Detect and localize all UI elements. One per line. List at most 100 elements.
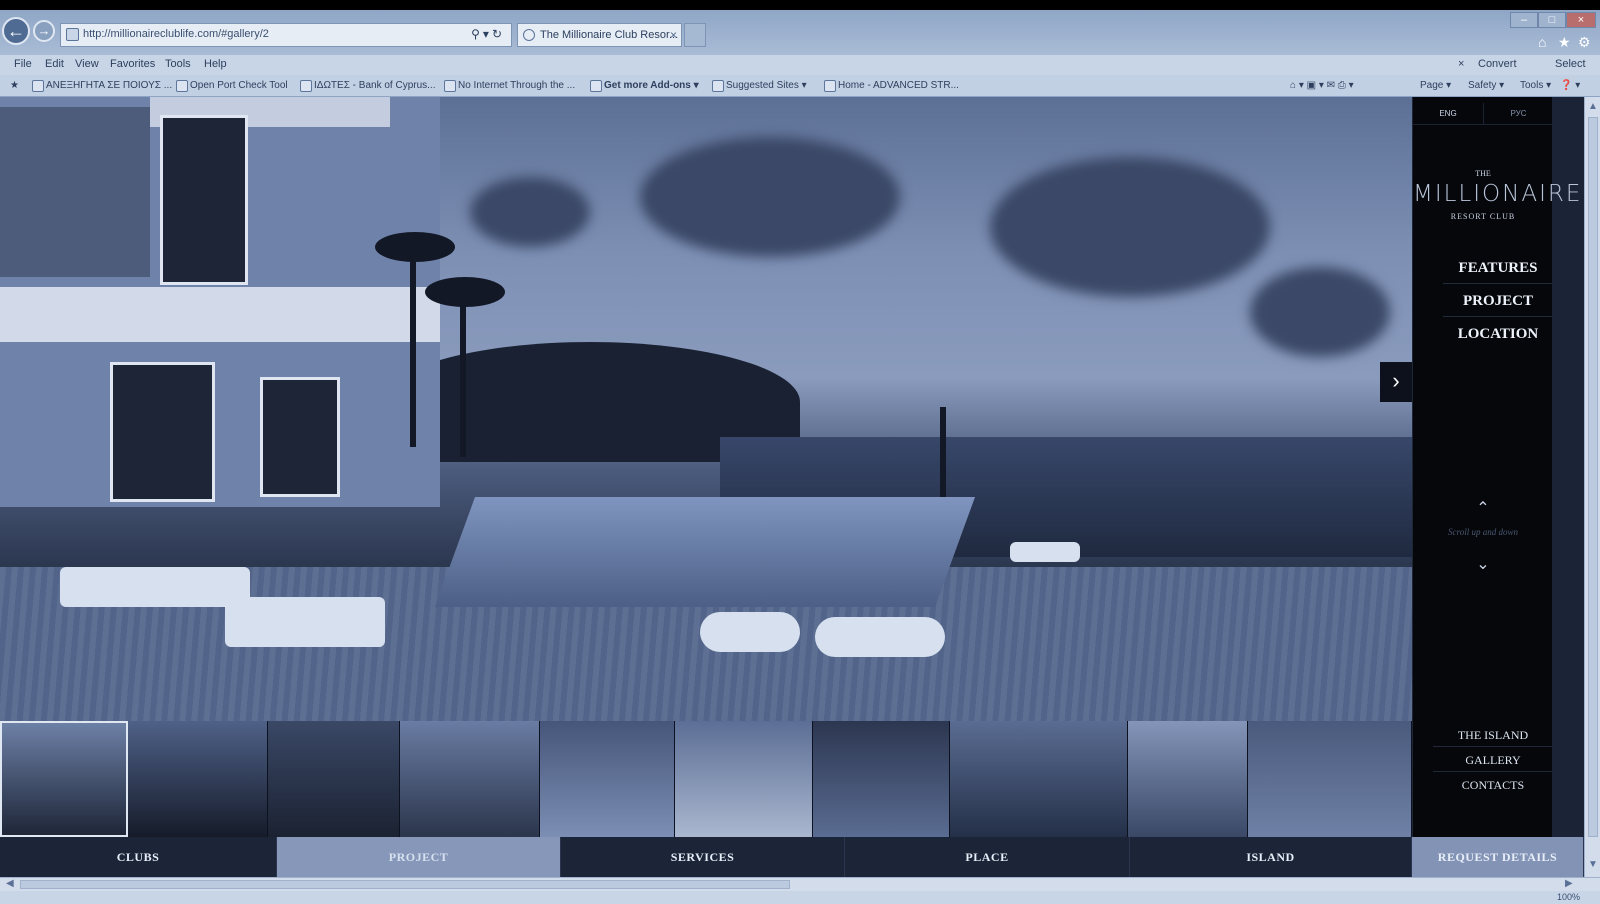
villa-window: [260, 377, 340, 497]
select-button[interactable]: Select: [1555, 58, 1586, 70]
vertical-scroll-thumb[interactable]: [1588, 117, 1598, 837]
page-viewport: › ENG РУС THE MILLIONAIRE RESORT CLUB FE…: [0, 97, 1584, 877]
address-bar[interactable]: http://millionaireclublife.com/#gallery/…: [60, 23, 512, 47]
gallery-thumbnail[interactable]: [1128, 721, 1248, 837]
tab-favicon-icon: [523, 29, 535, 41]
forward-button[interactable]: →: [33, 20, 55, 42]
screen-top-edge: [0, 0, 1600, 10]
cloud: [640, 137, 900, 257]
nav-project[interactable]: PROJECT: [277, 837, 561, 877]
page-menu[interactable]: Page ▾: [1420, 80, 1451, 91]
nav-place[interactable]: PLACE: [845, 837, 1130, 877]
scroll-down-icon[interactable]: ⌄: [1475, 557, 1491, 573]
vertical-scrollbar[interactable]: ▲ ▼: [1584, 97, 1600, 877]
help-icon[interactable]: ❓ ▾: [1560, 80, 1580, 91]
cloud: [470, 177, 590, 247]
close-window-button[interactable]: ×: [1566, 12, 1596, 28]
language-russian[interactable]: РУС: [1483, 103, 1553, 125]
menu-gallery[interactable]: GALLERY: [1433, 750, 1553, 772]
lounger: [225, 597, 385, 647]
tab-millionaire-club[interactable]: The Millionaire Club Resor... ×: [517, 23, 682, 47]
lounger: [60, 567, 250, 607]
scroll-up-icon[interactable]: ⌃: [1475, 501, 1491, 517]
favorite-link-2[interactable]: Open Port Check Tool: [176, 80, 288, 92]
lounger: [1010, 542, 1080, 562]
gallery-thumbnail[interactable]: [675, 721, 813, 837]
convert-button[interactable]: Convert: [1478, 58, 1517, 70]
back-button[interactable]: ←: [2, 17, 30, 45]
scroll-up-arrow-icon[interactable]: ▲: [1588, 101, 1598, 112]
gallery-thumbnail[interactable]: [813, 721, 950, 837]
menu-help[interactable]: Help: [204, 58, 227, 70]
menu-favorites[interactable]: Favorites: [110, 58, 155, 70]
settings-gear-icon[interactable]: ⚙: [1578, 34, 1591, 51]
gallery-thumbnail[interactable]: [400, 721, 540, 837]
menu-bar: File Edit View Favorites Tools Help × Co…: [0, 55, 1600, 75]
lounger: [815, 617, 945, 657]
zoom-level[interactable]: 100%: [1557, 892, 1580, 902]
minimize-button[interactable]: –: [1510, 12, 1538, 28]
restore-button[interactable]: □: [1538, 12, 1566, 28]
hero-gallery-image: [0, 97, 1412, 721]
language-english[interactable]: ENG: [1413, 103, 1483, 125]
home-icon[interactable]: ⌂: [1538, 34, 1546, 50]
scroll-left-arrow-icon[interactable]: ◀: [6, 878, 14, 889]
horizontal-scroll-thumb[interactable]: [20, 880, 790, 889]
tools-menu[interactable]: Tools ▾: [1520, 80, 1551, 91]
favorite-link-5[interactable]: Get more Add-ons ▾: [590, 80, 699, 92]
horizontal-scrollbar[interactable]: ◀ ▶: [0, 877, 1600, 891]
menu-tools[interactable]: Tools: [165, 58, 191, 70]
favorites-star-icon[interactable]: ★: [1558, 34, 1571, 51]
villa-window: [110, 362, 215, 502]
menu-the-island[interactable]: THE ISLAND: [1433, 725, 1553, 747]
villa: [0, 97, 440, 507]
nav-services[interactable]: SERVICES: [561, 837, 845, 877]
menu-location[interactable]: LOCATION: [1443, 320, 1553, 349]
menu-project[interactable]: PROJECT: [1443, 287, 1553, 317]
request-details-button[interactable]: REQUEST DETAILS: [1412, 837, 1584, 877]
search-refresh-icon[interactable]: ⚲▾↻: [471, 27, 505, 41]
menu-file[interactable]: File: [14, 58, 32, 70]
logo-wordmark[interactable]: MILLIONAIRE: [1413, 181, 1580, 207]
scroll-down-arrow-icon[interactable]: ▼: [1588, 859, 1598, 870]
cloud: [990, 157, 1270, 297]
favorites-bar: ★ ΑΝΕΞΗΓΗΤΑ ΣΕ ΠΟΙΟΥΣ ... Open Port Chec…: [0, 75, 1600, 97]
menu-edit[interactable]: Edit: [45, 58, 64, 70]
tab-title: The Millionaire Club Resor...: [540, 29, 679, 41]
close-tab-icon[interactable]: ×: [670, 28, 677, 42]
cloud: [1250, 267, 1390, 357]
new-tab-button[interactable]: [684, 23, 706, 47]
next-image-button[interactable]: ›: [1380, 362, 1412, 402]
gallery-thumbnail[interactable]: [540, 721, 675, 837]
nav-island[interactable]: ISLAND: [1130, 837, 1412, 877]
browser-window: ← → http://millionaireclublife.com/#gall…: [0, 0, 1600, 904]
status-bar: 100%: [0, 891, 1600, 904]
swimming-pool: [434, 497, 976, 607]
url-text: http://millionaireclublife.com/#gallery/…: [83, 28, 269, 40]
toolbar-icons[interactable]: ⌂ ▾ ▣ ▾ ✉ ⎙ ▾: [1290, 80, 1354, 91]
gallery-thumbnail[interactable]: [268, 721, 400, 837]
close-toolbar-icon[interactable]: ×: [1458, 58, 1464, 70]
nav-clubs[interactable]: CLUBS: [0, 837, 277, 877]
gallery-thumbnails: [0, 721, 1412, 837]
gallery-thumbnail[interactable]: [1248, 721, 1412, 837]
favorite-link-3[interactable]: ΙΔΩΤΕΣ - Bank of Cyprus...: [300, 80, 435, 92]
favorites-star-icon[interactable]: ★: [10, 80, 19, 91]
favorite-link-7[interactable]: Home - ADVANCED STR...: [824, 80, 959, 92]
menu-features[interactable]: FEATURES: [1443, 254, 1553, 284]
favorite-link-1[interactable]: ΑΝΕΞΗΓΗΤΑ ΣΕ ΠΟΙΟΥΣ ...: [32, 80, 172, 92]
browser-title-bar: ← → http://millionaireclublife.com/#gall…: [0, 10, 1600, 55]
logo-the: THE: [1475, 169, 1491, 178]
logo-subtitle: RESORT CLUB: [1450, 212, 1516, 221]
gallery-thumbnail[interactable]: [950, 721, 1128, 837]
menu-contacts[interactable]: CONTACTS: [1433, 775, 1553, 796]
scroll-right-arrow-icon[interactable]: ▶: [1565, 878, 1573, 889]
gallery-thumbnail[interactable]: [128, 721, 268, 837]
favorite-link-6[interactable]: Suggested Sites ▾: [712, 80, 807, 92]
site-favicon-icon: [66, 28, 79, 41]
favorite-link-4[interactable]: No Internet Through the ...: [444, 80, 575, 92]
menu-view[interactable]: View: [75, 58, 99, 70]
safety-menu[interactable]: Safety ▾: [1468, 80, 1504, 91]
lounger: [700, 612, 800, 652]
gallery-thumbnail[interactable]: [0, 721, 128, 837]
